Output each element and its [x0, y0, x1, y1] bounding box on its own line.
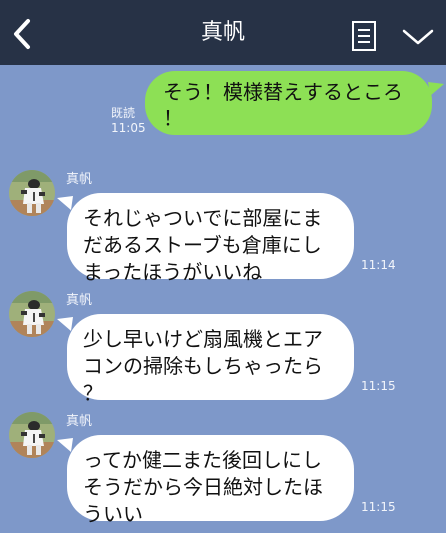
- incoming-message-bubble[interactable]: それじゃついでに部屋にま だあるストーブも倉庫にし まったほうがいいね: [67, 193, 354, 284]
- message-timestamp: 11:15: [361, 500, 396, 514]
- incoming-message-bubble[interactable]: ってか健二また後回しにし そうだから今日絶対したほ ういい: [67, 435, 354, 526]
- chevron-down-icon: [400, 24, 436, 48]
- menu-button[interactable]: [400, 24, 436, 48]
- message-line: コンの掃除もしちゃったら: [83, 354, 323, 378]
- message-line: そうだから今日絶対したほ: [83, 475, 323, 499]
- message-line: ってか健二また後回しにし: [83, 448, 322, 472]
- avatar[interactable]: [9, 412, 55, 458]
- outgoing-message-bubble[interactable]: そう！模様替えするところ ！: [145, 71, 432, 135]
- message-line: まったほうがいいね: [83, 260, 263, 284]
- message-line: それじゃついでに部屋にま: [83, 206, 323, 230]
- sender-name: 真帆: [66, 172, 93, 187]
- bubble-tail: [57, 438, 73, 452]
- notes-button[interactable]: [350, 19, 380, 53]
- message-line: だあるストーブも倉庫にし: [83, 233, 322, 257]
- message-line: 少し早いけど扇風機とエア: [83, 327, 323, 351]
- message-timestamp: 11:14: [361, 258, 396, 272]
- bubble-tail: [428, 82, 444, 96]
- message-line: ！: [163, 106, 183, 130]
- incoming-message-bubble[interactable]: 少し早いけど扇風機とエア コンの掃除もしちゃったら ？: [67, 314, 354, 405]
- message-line: ？: [83, 381, 103, 405]
- read-receipt: 既読: [111, 106, 136, 120]
- avatar[interactable]: [9, 170, 55, 216]
- message-timestamp: 11:05: [111, 121, 146, 135]
- chat-header: 真帆: [0, 0, 446, 65]
- bubble-tail: [57, 317, 73, 331]
- bubble-tail: [57, 196, 73, 210]
- avatar[interactable]: [9, 291, 55, 337]
- note-icon: [350, 19, 380, 53]
- message-line: そう！模様替えするところ: [163, 80, 403, 104]
- sender-name: 真帆: [66, 414, 93, 429]
- message-line: ういい: [83, 502, 143, 526]
- sender-name: 真帆: [66, 293, 93, 308]
- message-timestamp: 11:15: [361, 379, 396, 393]
